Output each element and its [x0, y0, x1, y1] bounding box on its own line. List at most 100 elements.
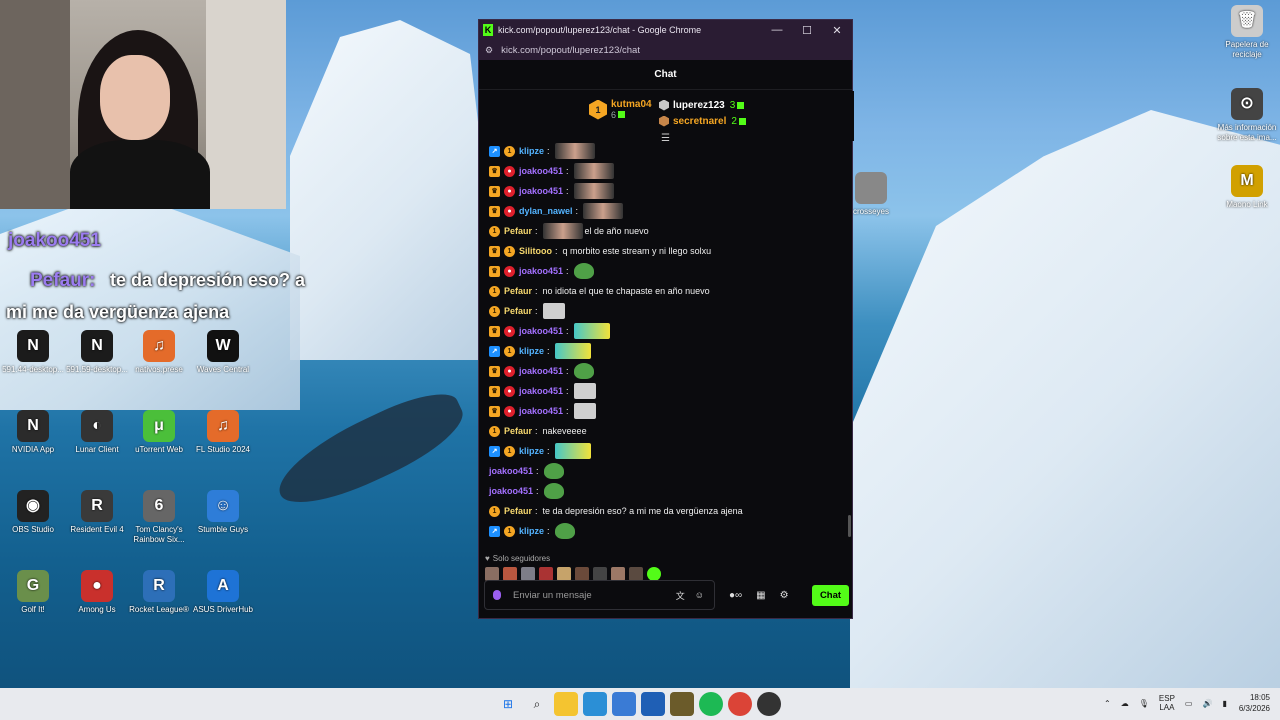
start-icon[interactable]: ⊞ — [496, 692, 520, 716]
sub-badge-icon[interactable]: 1 — [489, 225, 500, 237]
sub-badge-icon[interactable]: 1 — [489, 505, 500, 517]
chat-message[interactable]: ♛ ● joakoo451: — [489, 401, 844, 421]
chat-username[interactable]: joakoo451 — [489, 466, 533, 476]
desktop-icon[interactable]: ◉ OBS Studio — [0, 490, 66, 535]
sub-badge-icon[interactable]: 1 — [504, 345, 515, 357]
translate-icon[interactable]: 文 — [676, 589, 685, 602]
clock[interactable]: 18:05 6/3/2026 — [1239, 692, 1270, 714]
chat-message[interactable]: 1 Pefaur: — [489, 301, 844, 321]
emote[interactable] — [573, 323, 610, 339]
emote[interactable] — [543, 463, 564, 479]
og-badge-icon[interactable]: ↗ — [489, 145, 500, 157]
chat-message[interactable]: ♛ ● joakoo451: — [489, 261, 844, 281]
desktop-icon[interactable]: ☺ Stumble Guys — [190, 490, 256, 535]
desktop-icon[interactable]: N 591.59-desktop... — [64, 330, 130, 375]
monitor-icon[interactable]: ▭ — [1185, 699, 1193, 708]
chat-username[interactable]: klipze — [519, 346, 544, 356]
avatar[interactable] — [539, 567, 553, 581]
desktop-icon[interactable]: ● Among Us — [64, 570, 130, 615]
desktop-icon[interactable]: ♫ FL Studio 2024 — [190, 410, 256, 455]
leaderboard-third[interactable]: secretnarel 2 — [659, 113, 746, 129]
emote[interactable] — [543, 483, 564, 499]
chat-message[interactable]: ♛ ● joakoo451: — [489, 381, 844, 401]
send-chat-button[interactable]: Chat — [812, 584, 849, 606]
chat-username[interactable]: joakoo451 — [519, 186, 563, 196]
avatar[interactable] — [503, 567, 517, 581]
minimize-button[interactable]: — — [762, 24, 792, 36]
chat-message[interactable]: ♛ 1 Silitooo: q morbito este stream y ni ll… — [489, 241, 844, 261]
chat-username[interactable]: joakoo451 — [519, 366, 563, 376]
red-badge-icon[interactable]: ● — [504, 265, 515, 277]
desktop-icon[interactable]: M Maono Link — [1214, 165, 1280, 210]
emote[interactable] — [554, 143, 595, 159]
chat-username[interactable]: joakoo451 — [519, 406, 563, 416]
avatar[interactable] — [521, 567, 535, 581]
og-badge-icon[interactable]: ↗ — [489, 445, 500, 457]
chrome-icon[interactable] — [728, 692, 752, 716]
red-badge-icon[interactable]: ● — [504, 405, 515, 417]
desktop-icon[interactable]: ⊙ Más información sobre esta ima... — [1214, 88, 1280, 143]
store-app-icon[interactable] — [612, 692, 636, 716]
desktop-icon[interactable]: A ASUS DriverHub — [190, 570, 256, 615]
desktop-icon[interactable]: μ uTorrent Web — [126, 410, 192, 455]
vip-badge-icon[interactable]: ♛ — [489, 205, 500, 217]
edge-icon[interactable] — [583, 692, 607, 716]
chat-username[interactable]: Pefaur — [504, 226, 532, 236]
chat-username[interactable]: Pefaur — [504, 286, 532, 296]
desktop-icon[interactable]: ◐ Lunar Client — [64, 410, 130, 455]
chat-username[interactable]: dylan_nawel — [519, 206, 573, 216]
emote[interactable] — [573, 383, 596, 399]
chat-username[interactable]: klipze — [519, 146, 544, 156]
sub-badge-icon[interactable]: 1 — [489, 285, 500, 297]
desktop-icon[interactable]: G Golf It! — [0, 570, 66, 615]
chat-message[interactable]: ↗ 1 klipze: — [489, 521, 844, 541]
chat-username[interactable]: joakoo451 — [519, 326, 563, 336]
chat-message[interactable]: 1 Pefaur: no idiota el que te chapaste en … — [489, 281, 844, 301]
chat-message[interactable]: ↗ 1 klipze: — [489, 441, 844, 461]
og-badge-icon[interactable]: ↗ — [489, 345, 500, 357]
avatar[interactable] — [557, 567, 571, 581]
outlook-icon[interactable] — [641, 692, 665, 716]
address-bar[interactable]: ⚙ kick.com/popout/luperez123/chat — [479, 40, 852, 60]
vip-badge-icon[interactable]: ♛ — [489, 405, 500, 417]
emote[interactable] — [573, 163, 614, 179]
emote[interactable] — [554, 343, 591, 359]
vip-badge-icon[interactable]: ♛ — [489, 245, 500, 257]
avatar[interactable] — [629, 567, 643, 581]
site-settings-icon[interactable]: ⚙ — [485, 45, 493, 56]
emote[interactable] — [554, 523, 575, 539]
emote[interactable] — [573, 363, 594, 379]
minecraft-icon[interactable] — [670, 692, 694, 716]
og-badge-icon[interactable]: ↗ — [489, 525, 500, 537]
spotify-icon[interactable] — [699, 692, 723, 716]
mic-icon[interactable] — [493, 590, 501, 600]
chat-username[interactable]: klipze — [519, 446, 544, 456]
chevron-up-icon[interactable]: ⌃ — [1104, 699, 1111, 708]
chat-username[interactable]: joakoo451 — [519, 386, 563, 396]
desktop-icon[interactable]: 🗑 Papelera de reciclaje — [1214, 5, 1280, 60]
vip-badge-icon[interactable]: ♛ — [489, 365, 500, 377]
emote[interactable] — [554, 443, 591, 459]
sub-badge-icon[interactable]: 1 — [489, 305, 500, 317]
avatar[interactable] — [611, 567, 625, 581]
maximize-button[interactable]: ☐ — [792, 24, 822, 37]
chat-message[interactable]: joakoo451: — [489, 481, 844, 501]
chat-username[interactable]: joakoo451 — [519, 166, 563, 176]
close-button[interactable]: ✕ — [822, 24, 852, 37]
sub-badge-icon[interactable]: 1 — [504, 445, 515, 457]
vip-badge-icon[interactable]: ♛ — [489, 325, 500, 337]
volume-icon[interactable]: 🔊 — [1202, 699, 1212, 708]
cloud-icon[interactable]: ☁ — [1121, 699, 1129, 708]
vip-badge-icon[interactable]: ♛ — [489, 165, 500, 177]
mic-tray-icon[interactable]: 🎙 — [1139, 699, 1149, 708]
red-badge-icon[interactable]: ● — [504, 385, 515, 397]
chat-message-input[interactable]: Enviar un mensaje 文 ☺ — [484, 580, 715, 610]
chat-username[interactable]: joakoo451 — [519, 266, 563, 276]
emote[interactable] — [542, 303, 565, 319]
emote[interactable] — [573, 263, 594, 279]
desktop-icon[interactable]: R Resident Evil 4 — [64, 490, 130, 535]
chat-username[interactable]: Pefaur — [504, 306, 532, 316]
chat-username[interactable]: klipze — [519, 526, 544, 536]
chat-message[interactable]: ♛ ● joakoo451: — [489, 161, 844, 181]
chat-message[interactable]: ↗ 1 klipze: — [489, 141, 844, 161]
